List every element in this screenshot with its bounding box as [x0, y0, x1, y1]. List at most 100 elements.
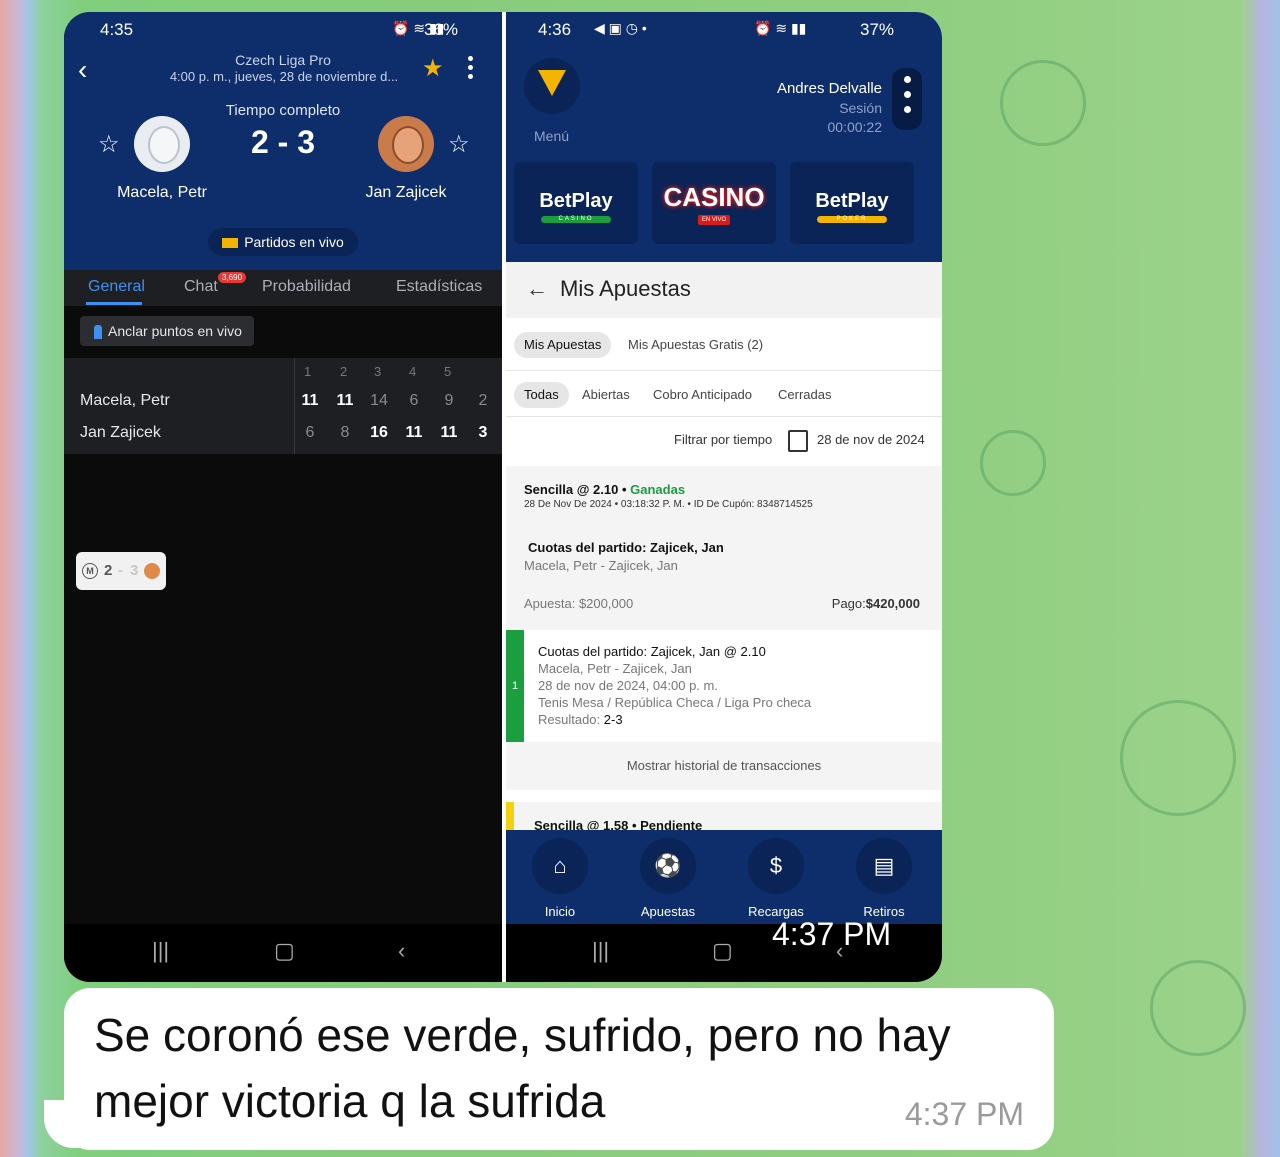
calendar-icon[interactable]	[788, 430, 808, 452]
betplay-poker-card[interactable]: BetPlay POKER	[790, 162, 914, 244]
nav-label: Apuestas	[640, 904, 696, 919]
casino-en-vivo-card[interactable]: CASINO EN VIVO	[652, 162, 776, 244]
follow-away-star-icon[interactable]: ☆	[448, 130, 470, 159]
text-message-bubble[interactable]: Se coronó ese verde, sufrido, pero no ha…	[64, 988, 1054, 1150]
recents-icon[interactable]: |||	[152, 938, 169, 964]
tab-mis-apuestas-gratis[interactable]: Mis Apuestas Gratis (2)	[618, 332, 773, 358]
tab-probability[interactable]: Probabilidad	[262, 278, 351, 296]
bet-card[interactable]: Sencilla @ 2.10 • Ganadas 28 De Nov De 2…	[506, 466, 942, 630]
set-score: 11	[336, 392, 354, 409]
soccer-ball-icon: ⚽	[640, 838, 696, 894]
separator	[506, 416, 942, 417]
stake-label: Apuesta:	[524, 596, 576, 611]
pending-indicator	[506, 802, 514, 832]
product-cards: BetPlay CASINO CASINO EN VIVO BetPlay PO…	[506, 162, 942, 262]
set-score: 16	[370, 424, 388, 441]
betplay-logo[interactable]	[524, 58, 580, 114]
message-text: Se coronó ese verde, sufrido, pero no ha…	[94, 1009, 951, 1127]
away-player-avatar	[378, 116, 434, 172]
status-time: 4:35	[100, 20, 134, 39]
background-doodle	[1150, 960, 1246, 1056]
set-score: 11	[405, 424, 423, 441]
home-player-name: Macela, Petr	[117, 184, 207, 201]
tab-statistics[interactable]: Estadísticas	[396, 278, 482, 296]
battery-level: 37%	[860, 20, 895, 39]
set-score: 11	[301, 392, 319, 409]
bet-type-line: Sencilla @ 2.10 • Ganadas	[524, 482, 685, 497]
live-matches-button[interactable]: Partidos en vivo	[208, 228, 358, 256]
card-subtitle: POKER	[817, 216, 887, 223]
tab-chat[interactable]: Chat	[184, 278, 218, 296]
set-score: 11	[440, 424, 458, 441]
set-header: 1	[304, 364, 312, 379]
home-icon[interactable]: ▢	[274, 938, 295, 964]
active-tab-indicator	[86, 302, 142, 305]
match-status: Tiempo completo	[225, 102, 341, 119]
set-score: 6	[305, 424, 315, 441]
filter-abiertas[interactable]: Abiertas	[572, 382, 640, 408]
follow-home-star-icon[interactable]: ☆	[98, 130, 120, 159]
bet-stake: Apuesta: $200,000	[524, 596, 633, 611]
home-icon[interactable]: ▢	[712, 938, 733, 964]
background-doodle	[1000, 60, 1086, 146]
away-player-name: Jan Zajicek	[365, 184, 447, 201]
more-options-icon[interactable]	[892, 68, 922, 130]
mini-m-icon: M	[82, 563, 98, 579]
image-message-bubble[interactable]: 4:35 ⏰ ≋ ▮▮ 36% ‹ Czech Liga Pro 4:00 p.…	[64, 12, 942, 982]
status-icons: ◀ ▣ ◷ •	[594, 20, 647, 36]
set-score: 8	[340, 424, 350, 441]
left-screenshot[interactable]: 4:35 ⏰ ≋ ▮▮ 36% ‹ Czech Liga Pro 4:00 p.…	[64, 12, 502, 982]
card-subtitle: EN VIVO	[698, 215, 730, 225]
session-label: Sesión	[839, 100, 882, 116]
bet-market: Cuotas del partido: Zajicek, Jan	[528, 540, 724, 555]
back-arrow-icon[interactable]: ←	[526, 276, 548, 302]
more-options-icon[interactable]	[468, 52, 476, 83]
nav-apuestas[interactable]: ⚽ Apuestas	[614, 830, 722, 919]
bet-status: Ganadas	[630, 482, 686, 497]
result-value: 2-3	[603, 712, 623, 727]
tab-general[interactable]: General	[88, 278, 145, 296]
selection-date: 28 de nov de 2024, 04:00 p. m.	[538, 678, 718, 693]
table-row: Macela, Petr 11 11 14 6 9 2	[64, 388, 502, 420]
filter-todas[interactable]: Todas	[514, 382, 569, 408]
selection-match: Macela, Petr - Zajicek, Jan	[538, 661, 692, 676]
nav-retiros[interactable]: ▤ Retiros	[830, 830, 938, 919]
payout-label: Pago:	[831, 596, 866, 611]
nav-recargas[interactable]: $ Recargas	[722, 830, 830, 919]
favorite-star-icon[interactable]: ★	[422, 54, 444, 83]
separator	[506, 370, 942, 371]
mini-separator: -	[118, 562, 123, 579]
recents-icon[interactable]: |||	[592, 938, 609, 964]
bet-selection[interactable]: 1 Cuotas del partido: Zajicek, Jan @ 2.1…	[506, 630, 942, 742]
mini-away-avatar	[144, 563, 160, 579]
set-score: 9	[444, 392, 454, 409]
bet-meta: 28 De Nov De 2024 • 03:18:32 P. M. • ID …	[524, 499, 813, 510]
bet-card-pending[interactable]: Sencilla @ 1.58 • Pendiente	[506, 802, 942, 833]
right-screenshot[interactable]: 4:36 ◀ ▣ ◷ • ⏰ ≋ ▮▮ 37% Menú Andres Delv…	[506, 12, 942, 982]
betplay-casino-card[interactable]: BetPlay CASINO	[514, 162, 638, 244]
payout-value: $420,000	[865, 596, 920, 611]
row-player-name: Jan Zajicek	[80, 424, 161, 441]
nav-inicio[interactable]: ⌂ Inicio	[506, 830, 614, 919]
android-navbar: ||| ▢ ‹	[64, 924, 502, 982]
transaction-history-link[interactable]: Mostrar historial de transacciones	[506, 742, 942, 790]
card-title: CASINO	[663, 182, 765, 212]
message-time: 4:37 PM	[904, 1096, 1024, 1132]
home-player-avatar	[134, 116, 190, 172]
time-filter-date[interactable]: 28 de nov de 2024	[817, 432, 925, 447]
live-matches-label: Partidos en vivo	[244, 234, 344, 250]
pin-live-points-button[interactable]: Anclar puntos en vivo	[80, 316, 254, 346]
filter-cerradas[interactable]: Cerradas	[768, 382, 841, 408]
back-icon[interactable]: ‹	[398, 938, 405, 964]
status-time: 4:36	[538, 20, 572, 39]
menu-label[interactable]: Menú	[534, 128, 569, 144]
session-timer: 00:00:22	[827, 119, 883, 135]
time-filter-label[interactable]: Filtrar por tiempo	[674, 432, 772, 447]
tab-mis-apuestas[interactable]: Mis Apuestas	[514, 332, 612, 358]
floating-score-widget[interactable]: M 2 - 3	[76, 552, 166, 590]
chat-count-badge: 3,690	[218, 272, 247, 283]
user-session-info: Andres Delvalle Sesión 00:00:22	[777, 80, 882, 135]
cash-icon: ▤	[856, 838, 912, 894]
filter-cobro-anticipado[interactable]: Cobro Anticipado	[643, 382, 762, 408]
home-icon: ⌂	[532, 838, 588, 894]
